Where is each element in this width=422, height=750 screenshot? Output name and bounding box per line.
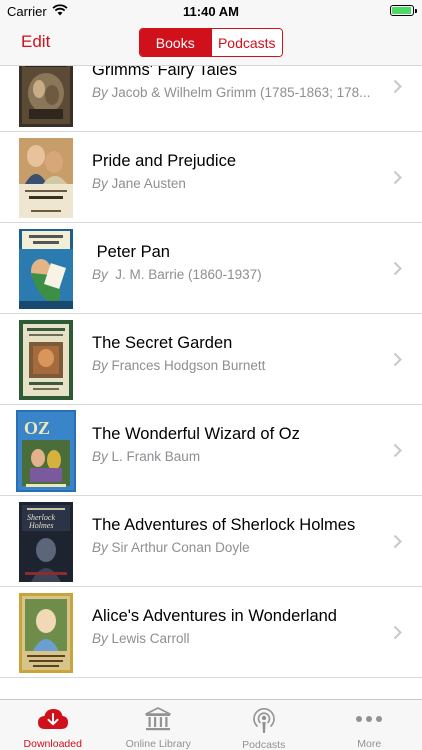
chevron-right-icon (393, 79, 402, 99)
tab-podcasts[interactable]: Podcasts (211, 700, 317, 750)
battery-fill (392, 7, 411, 14)
tab-label: More (357, 738, 382, 750)
app-screen: Carrier 11:40 AM Edit Books Podcasts Gri… (0, 0, 422, 750)
svg-text:Holmes: Holmes (28, 521, 53, 530)
library-icon (144, 706, 172, 732)
tab-label: Online Library (125, 738, 191, 750)
book-row[interactable]: The Secret Garden By Frances Hodgson Bur… (0, 314, 422, 405)
book-list: Grimms' Fairy Tales By Jacob & Wilhelm G… (0, 66, 422, 698)
book-row[interactable]: Grimms' Fairy Tales By Jacob & Wilhelm G… (0, 66, 422, 132)
book-title: The Secret Garden (92, 334, 233, 352)
book-title: The Wonderful Wizard of Oz (92, 425, 300, 443)
book-cover-sherlock-holmes: Sherlock Holmes (19, 502, 73, 582)
book-cover-wizard-of-oz: OZ (16, 410, 76, 492)
author-by-label: By (92, 358, 108, 373)
book-row[interactable]: OZ The Wonderful Wizard of Oz By L. Fran… (0, 405, 422, 496)
book-row[interactable]: Sherlock Holmes The Adventures of Sherlo… (0, 496, 422, 587)
author-by-label: By (92, 267, 108, 282)
book-row[interactable]: Alice's Adventures in Wonderland By Lewi… (0, 587, 422, 678)
author-name: J. M. Barrie (1860-1937) (111, 267, 262, 282)
chevron-right-icon (393, 443, 402, 463)
books-podcasts-segmented-control: Books Podcasts (139, 28, 283, 57)
book-row[interactable]: Peter Pan By J. M. Barrie (1860-1937) (0, 223, 422, 314)
navigation-bar: Edit Books Podcasts (0, 22, 422, 66)
book-author: By J. M. Barrie (1860-1937) (92, 267, 382, 282)
book-row[interactable]: Pride and Prejudice By Jane Austen (0, 132, 422, 223)
tab-label: Downloaded (23, 738, 82, 750)
book-cover-alice (19, 593, 73, 673)
book-title: Peter Pan (92, 243, 170, 261)
book-author: By Lewis Carroll (92, 631, 382, 646)
author-name: Jacob & Wilhelm Grimm (1785-1863; 178... (111, 85, 371, 100)
author-by-label: By (92, 449, 108, 464)
chevron-right-icon (393, 261, 402, 281)
author-name: L. Frank Baum (111, 449, 201, 464)
tab-more[interactable]: More (317, 700, 422, 750)
book-cover-peter-pan (19, 229, 73, 309)
book-cover-pride-and-prejudice (19, 138, 73, 218)
chevron-right-icon (393, 625, 402, 645)
author-name: Lewis Carroll (111, 631, 190, 646)
author-name: Jane Austen (111, 176, 186, 191)
tab-online-library[interactable]: Online Library (106, 700, 212, 750)
author-name: Sir Arthur Conan Doyle (111, 540, 250, 555)
book-title: Grimms' Fairy Tales (92, 66, 237, 79)
podcast-icon (250, 706, 278, 733)
book-author: By Jacob & Wilhelm Grimm (1785-1863; 178… (92, 85, 382, 100)
book-author: By Sir Arthur Conan Doyle (92, 540, 382, 555)
author-by-label: By (92, 540, 108, 555)
book-author: By Frances Hodgson Burnett (92, 358, 382, 373)
author-by-label: By (92, 176, 108, 191)
author-by-label: By (92, 85, 108, 100)
edit-button[interactable]: Edit (21, 32, 50, 52)
segment-books[interactable]: Books (140, 29, 211, 56)
segment-podcasts[interactable]: Podcasts (210, 29, 282, 56)
chevron-right-icon (393, 170, 402, 190)
tab-downloaded[interactable]: Downloaded (0, 700, 106, 750)
tab-label: Podcasts (242, 739, 286, 750)
more-icon (355, 706, 383, 732)
chevron-right-icon (393, 534, 402, 554)
book-title: Pride and Prejudice (92, 152, 237, 170)
status-time: 11:40 AM (183, 4, 239, 19)
cloud-download-icon (37, 706, 69, 732)
author-name: Frances Hodgson Burnett (111, 358, 266, 373)
book-author: By L. Frank Baum (92, 449, 382, 464)
status-bar: Carrier 11:40 AM (0, 0, 422, 22)
book-cover-secret-garden (19, 320, 73, 400)
book-author: By Jane Austen (92, 176, 382, 191)
book-cover-grimms (19, 66, 73, 127)
battery-nub (415, 9, 417, 13)
chevron-right-icon (393, 352, 402, 372)
author-by-label: By (92, 631, 108, 646)
book-title: The Adventures of Sherlock Holmes (92, 516, 356, 534)
battery-icon (390, 5, 417, 16)
svg-text:OZ: OZ (24, 418, 50, 438)
tab-bar: Downloaded Online Library Podcasts More (0, 699, 422, 750)
book-title: Alice's Adventures in Wonderland (92, 607, 337, 625)
